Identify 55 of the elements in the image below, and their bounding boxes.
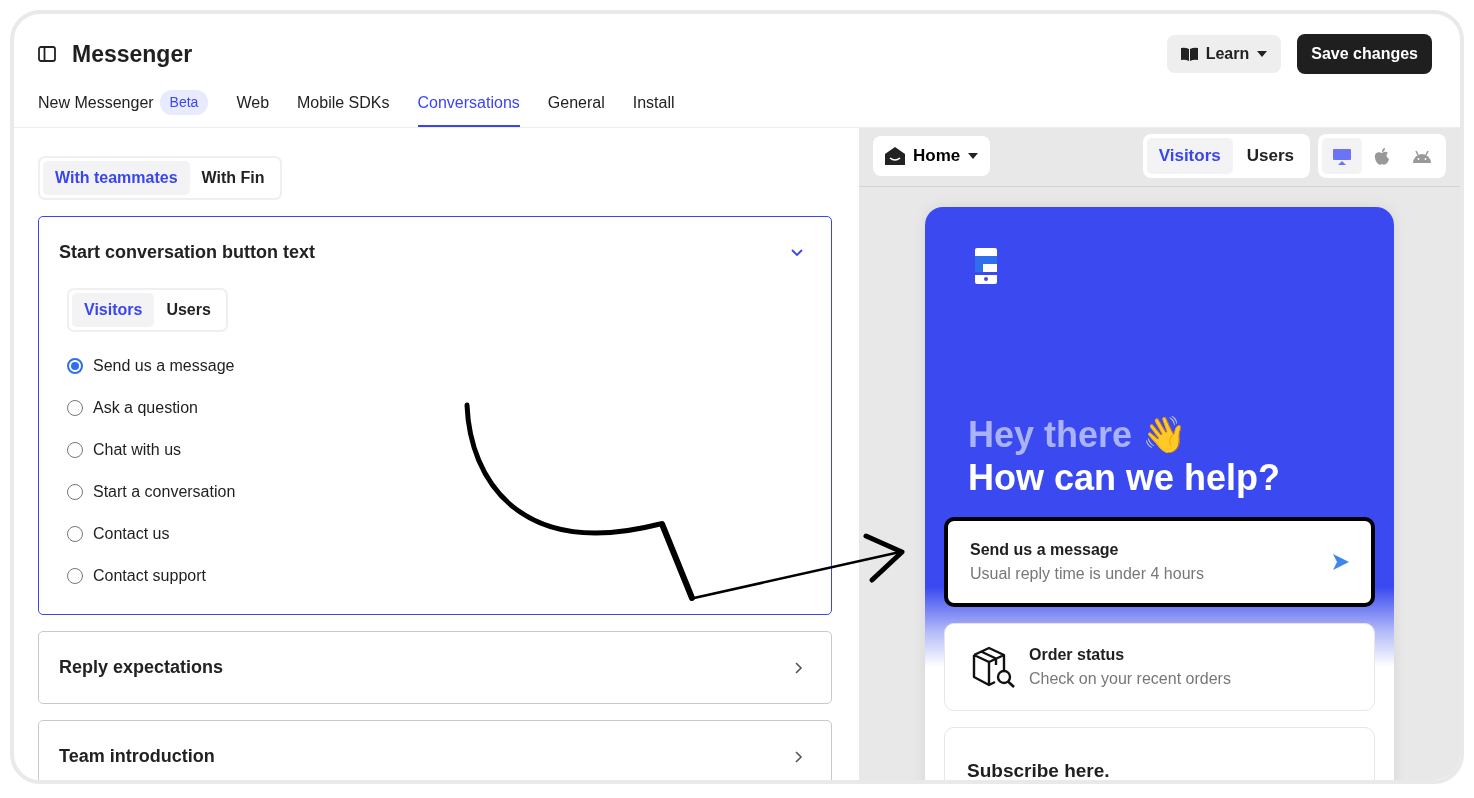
audience-toggle-option[interactable]: Visitors <box>1146 138 1233 174</box>
accordion-section[interactable]: Start conversation button text Visitors Users Send us a message Ask a question Chat with us Start a conversation Contact us Contact support <box>38 216 832 615</box>
beta-badge: Beta <box>159 90 209 115</box>
desktop-icon <box>1332 147 1352 166</box>
chevron-down-icon[interactable] <box>791 248 803 257</box>
tab[interactable]: Mobile SDKs <box>297 90 390 127</box>
tab[interactable]: Install <box>632 90 675 127</box>
section-title: Team introduction <box>59 745 215 768</box>
home-card[interactable]: Send us a message Usual reply time is under 4 hours <box>944 516 1375 607</box>
audience-toggle-option[interactable]: Visitors <box>72 293 155 327</box>
home-card[interactable]: Subscribe here. <box>944 726 1375 780</box>
box-search-icon <box>971 644 1017 689</box>
radio-label: Chat with us <box>93 440 182 460</box>
section-title: Reply expectations <box>59 656 224 679</box>
radio-label: Contact support <box>93 566 206 586</box>
tab[interactable]: Web <box>236 90 270 127</box>
learn-button[interactable]: Learn <box>1166 35 1282 73</box>
page-title: Messenger <box>72 39 193 69</box>
home-card[interactable]: Order status Check on your recent orders <box>944 622 1375 711</box>
section-title: Start conversation button text <box>59 241 316 264</box>
card-subtitle: Check on your recent orders <box>1029 668 1231 689</box>
radio-label: Contact us <box>93 524 170 544</box>
tab[interactable]: General <box>547 90 605 127</box>
chevron-right-icon[interactable] <box>795 661 803 674</box>
mode-toggle-option[interactable]: With Fin <box>189 161 277 195</box>
caret-icon <box>1257 51 1268 57</box>
android-icon <box>1412 149 1432 164</box>
greeting-text: Hey there 👋 <box>967 412 1189 456</box>
audience-toggle-option[interactable]: Users <box>154 293 223 327</box>
send-icon <box>1333 553 1349 570</box>
headline-text: How can we help? <box>967 455 1282 499</box>
tab[interactable]: Conversations <box>417 90 520 127</box>
card-title: Subscribe here. <box>967 758 1110 780</box>
book-icon <box>1180 47 1198 61</box>
radio-button[interactable] <box>67 358 83 374</box>
caret-icon <box>968 152 979 159</box>
radio-label: Ask a question <box>93 398 198 418</box>
sidebar-toggle-icon[interactable] <box>38 46 56 62</box>
chevron-right-icon[interactable] <box>795 750 803 763</box>
save-changes-button[interactable]: Save changes <box>1297 34 1432 74</box>
home-icon <box>885 146 905 165</box>
page-dropdown[interactable]: Home <box>873 136 991 176</box>
tab[interactable]: New Messenger Beta <box>38 90 209 127</box>
audience-toggle-option[interactable]: Users <box>1234 138 1306 174</box>
logo-icon <box>974 246 998 285</box>
apple-icon <box>1374 147 1390 166</box>
platform-button[interactable] <box>1322 138 1362 174</box>
card-title: Order status <box>1029 644 1126 665</box>
card-subtitle: Usual reply time is under 4 hours <box>970 563 1204 584</box>
card-title: Send us a message <box>970 539 1120 560</box>
radio-label: Send us a message <box>93 356 235 376</box>
radio-label: Start a conversation <box>93 482 236 502</box>
accordion-section[interactable]: Reply expectations <box>38 631 832 704</box>
mode-toggle-option[interactable]: With teammates <box>43 161 190 195</box>
accordion-section[interactable]: Team introduction <box>38 720 832 780</box>
